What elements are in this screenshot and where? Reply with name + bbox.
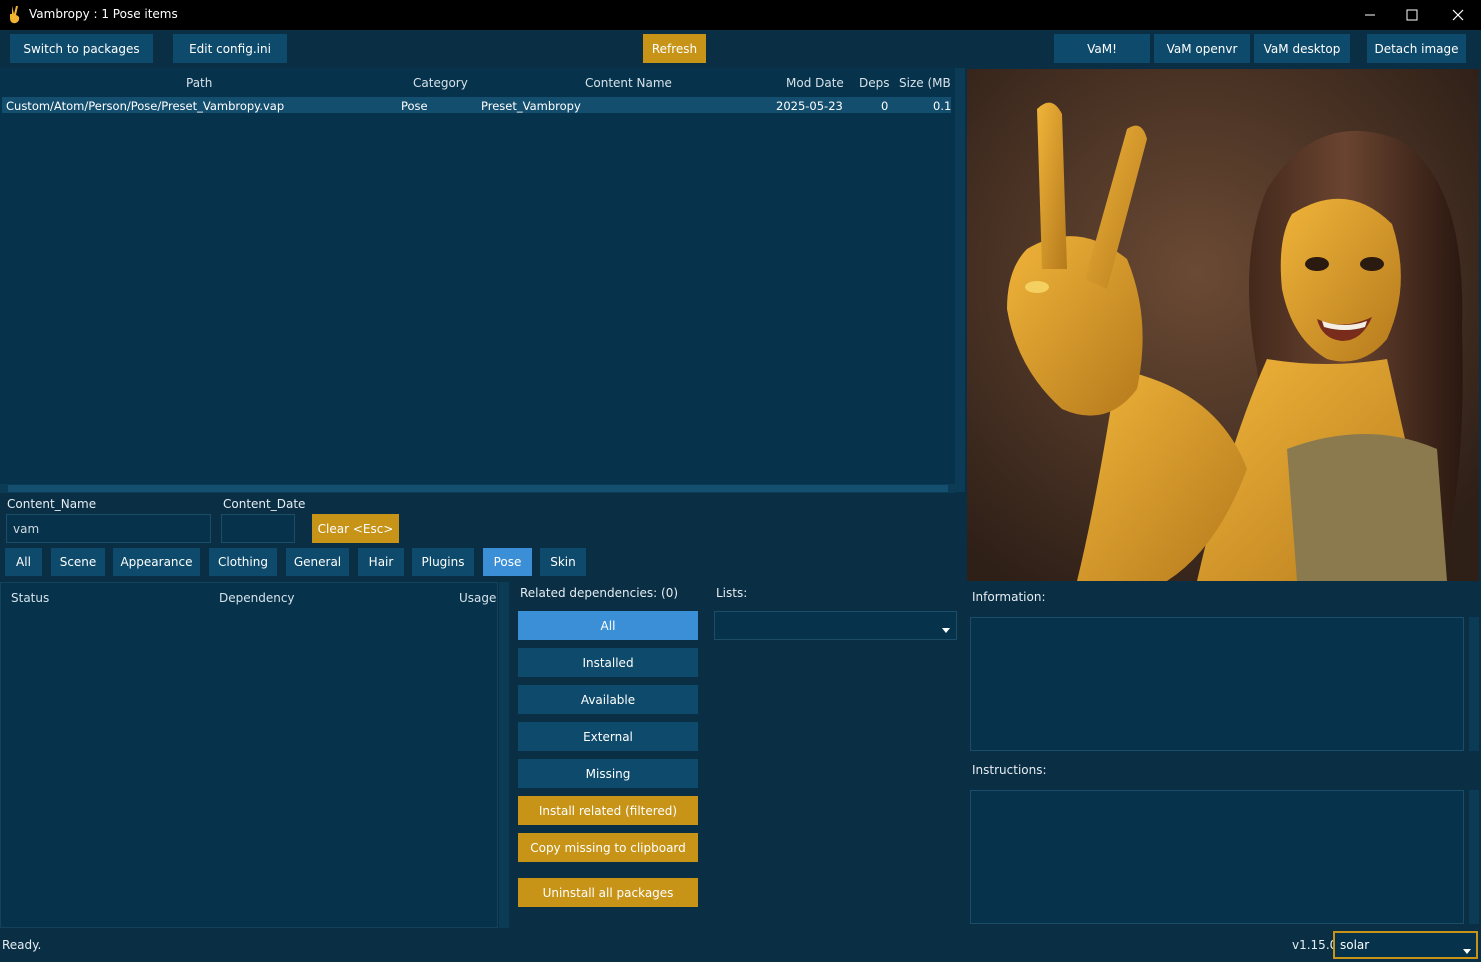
row-content-name: Preset_Vambropy — [481, 99, 581, 113]
tab-clothing[interactable]: Clothing — [209, 548, 277, 576]
content-date-label: Content_Date — [223, 497, 306, 511]
column-header-content-name[interactable]: Content Name — [585, 76, 672, 90]
table-vertical-scrollbar[interactable] — [955, 68, 965, 492]
tab-general[interactable]: General — [286, 548, 349, 576]
chevron-down-icon — [1463, 949, 1471, 954]
row-deps: 0 — [881, 99, 889, 113]
minimize-icon[interactable] — [1347, 0, 1393, 30]
information-label: Information: — [972, 590, 1046, 604]
related-all-button[interactable]: All — [518, 611, 698, 640]
column-header-deps[interactable]: Deps — [859, 76, 890, 90]
preview-illustration — [967, 69, 1479, 581]
instructions-textbox[interactable] — [970, 790, 1464, 924]
instructions-label: Instructions: — [972, 763, 1047, 777]
related-external-button[interactable]: External — [518, 722, 698, 751]
peace-hand-icon — [10, 6, 20, 24]
maximize-icon[interactable] — [1389, 0, 1435, 30]
vam-button[interactable]: VaM! — [1054, 34, 1150, 63]
table-row[interactable]: Custom/Atom/Person/Pose/Preset_Vambropy.… — [2, 97, 951, 113]
column-header-usage[interactable]: Usage — [459, 591, 496, 605]
vam-desktop-button[interactable]: VaM desktop — [1254, 34, 1350, 63]
chevron-down-icon — [942, 628, 950, 633]
dependencies-table: Status Dependency Usage — [0, 582, 498, 928]
column-header-category[interactable]: Category — [413, 76, 468, 90]
tab-hair[interactable]: Hair — [358, 548, 404, 576]
instructions-scrollbar[interactable] — [1469, 790, 1479, 924]
clear-button[interactable]: Clear <Esc> — [312, 514, 399, 543]
row-size: 0.1 — [933, 99, 952, 113]
edit-config-button[interactable]: Edit config.ini — [173, 34, 287, 63]
tab-plugins[interactable]: Plugins — [412, 548, 474, 576]
theme-value: solar — [1340, 938, 1370, 952]
tab-appearance[interactable]: Appearance — [113, 548, 200, 576]
tab-all[interactable]: All — [5, 548, 42, 576]
tab-pose[interactable]: Pose — [483, 548, 532, 576]
table-horizontal-scrollbar[interactable] — [0, 484, 955, 493]
lists-dropdown[interactable] — [714, 611, 957, 640]
related-missing-button[interactable]: Missing — [518, 759, 698, 788]
column-header-mod-date[interactable]: Mod Date — [786, 76, 844, 90]
tab-scene[interactable]: Scene — [51, 548, 105, 576]
content-name-label: Content_Name — [7, 497, 97, 511]
vam-openvr-button[interactable]: VaM openvr — [1154, 34, 1250, 63]
window-title: Vambropy : 1 Pose items — [29, 7, 178, 21]
dependencies-scrollbar[interactable] — [499, 582, 509, 928]
column-header-dependency[interactable]: Dependency — [219, 591, 295, 605]
scrollbar-thumb[interactable] — [8, 485, 948, 492]
content-table: Path Category Content Name Mod Date Deps… — [0, 68, 955, 484]
related-available-button[interactable]: Available — [518, 685, 698, 714]
column-header-status[interactable]: Status — [11, 591, 49, 605]
column-header-path[interactable]: Path — [186, 76, 212, 90]
tab-skin[interactable]: Skin — [540, 548, 586, 576]
information-textbox[interactable] — [970, 617, 1464, 751]
copy-missing-button[interactable]: Copy missing to clipboard — [518, 833, 698, 862]
uninstall-all-button[interactable]: Uninstall all packages — [518, 878, 698, 907]
row-mod-date: 2025-05-23 — [776, 99, 843, 113]
switch-to-packages-button[interactable]: Switch to packages — [10, 34, 153, 63]
information-scrollbar[interactable] — [1469, 617, 1479, 751]
lists-label: Lists: — [716, 586, 748, 600]
related-dependencies-label: Related dependencies: (0) — [520, 586, 679, 600]
version-label: v1.15.0 — [1292, 938, 1338, 952]
detach-image-button[interactable]: Detach image — [1367, 34, 1466, 63]
status-text: Ready. — [2, 938, 42, 952]
close-icon[interactable] — [1435, 0, 1481, 30]
title-bar: Vambropy : 1 Pose items — [0, 0, 1481, 30]
content-date-input[interactable] — [221, 514, 295, 543]
row-path: Custom/Atom/Person/Pose/Preset_Vambropy.… — [6, 99, 285, 113]
content-name-input[interactable]: vam — [6, 514, 211, 543]
row-category: Pose — [401, 99, 428, 113]
install-related-button[interactable]: Install related (filtered) — [518, 796, 698, 825]
related-installed-button[interactable]: Installed — [518, 648, 698, 677]
theme-dropdown[interactable]: solar — [1333, 931, 1478, 959]
column-header-size[interactable]: Size (MB — [899, 76, 951, 90]
preview-image — [967, 69, 1479, 581]
refresh-button[interactable]: Refresh — [643, 34, 706, 63]
